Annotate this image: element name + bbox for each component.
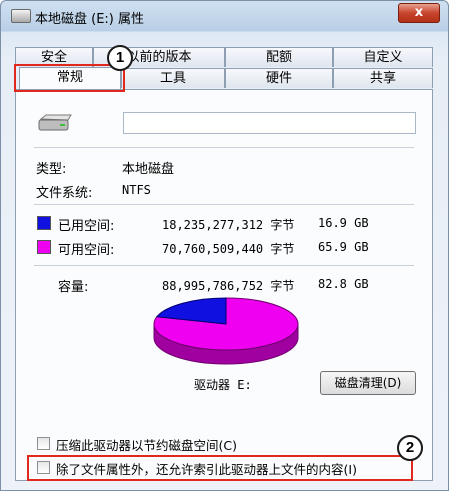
used-size: 16.9 GB (318, 216, 369, 230)
compress-checkbox[interactable] (37, 437, 50, 450)
capacity-size: 82.8 GB (318, 277, 369, 291)
separator (34, 147, 414, 148)
properties-window: 本地磁盘 (E:) 属性 x 安全 以前的版本 配额 自定义 常规 工具 硬件 … (0, 0, 449, 491)
step-badge-1: 1 (107, 45, 133, 71)
tab-tools[interactable]: 工具 (121, 68, 225, 88)
used-color-swatch (37, 216, 51, 230)
window-title: 本地磁盘 (E:) 属性 (35, 12, 145, 27)
tab-quota[interactable]: 配额 (225, 47, 333, 67)
drive-name-input[interactable] (123, 112, 416, 134)
hard-drive-icon (38, 114, 72, 131)
highlight-index-option (27, 455, 413, 481)
used-label: 已用空间: (58, 219, 115, 234)
compress-label: 压缩此驱动器以节约磁盘空间(C) (56, 438, 237, 453)
tab-hardware[interactable]: 硬件 (225, 68, 333, 88)
type-label: 类型: (36, 162, 67, 177)
filesystem-value: NTFS (122, 183, 151, 197)
free-label: 可用空间: (58, 243, 115, 258)
free-size: 65.9 GB (318, 240, 369, 254)
free-bytes: 70,760,509,440 字节 (162, 242, 295, 256)
separator (34, 265, 414, 266)
separator (34, 204, 414, 205)
highlight-general-tab (14, 64, 125, 92)
general-panel: 类型: 本地磁盘 文件系统: NTFS 已用空间: 18,235,277,312… (15, 89, 433, 481)
step-badge-2: 2 (397, 435, 423, 461)
free-color-swatch (37, 240, 51, 254)
title-bar: 本地磁盘 (E:) 属性 x (1, 1, 448, 31)
filesystem-label: 文件系统: (36, 186, 93, 201)
disk-cleanup-button[interactable]: 磁盘清理(D) (320, 371, 416, 395)
drive-letter-label: 驱动器 E: (194, 378, 252, 392)
capacity-label: 容量: (58, 280, 89, 295)
type-value: 本地磁盘 (122, 162, 175, 177)
tab-customize[interactable]: 自定义 (333, 47, 433, 67)
used-bytes: 18,235,277,312 字节 (162, 218, 295, 232)
close-button[interactable]: x (398, 3, 440, 23)
capacity-bytes: 88,995,786,752 字节 (162, 279, 295, 293)
drive-icon (11, 9, 31, 23)
tab-sharing[interactable]: 共享 (333, 68, 433, 88)
disk-usage-pie-chart (153, 297, 299, 365)
